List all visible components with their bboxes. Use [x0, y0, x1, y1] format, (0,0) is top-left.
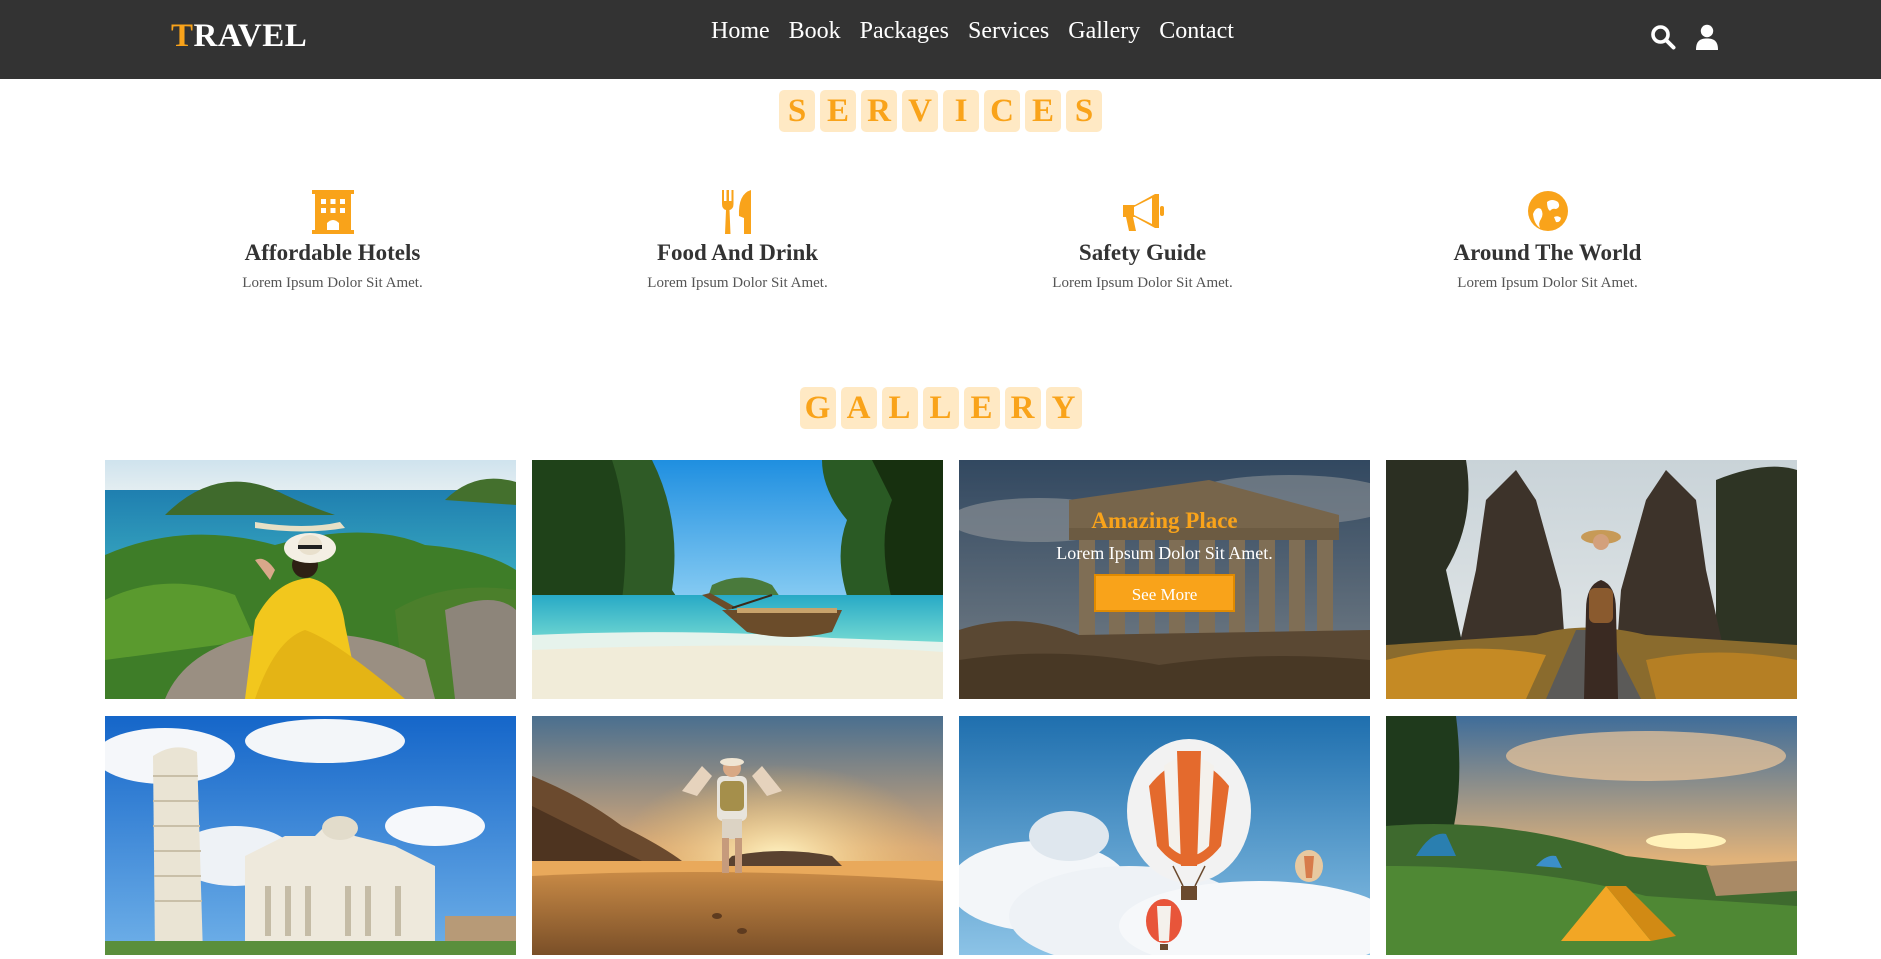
leaning-tower-pisa-photo: [105, 716, 516, 955]
main-menu: Home Book Packages Services Gallery Cont…: [711, 18, 1234, 45]
overlay-title: Amazing Place: [1091, 508, 1238, 533]
gallery-heading: G A L L E R Y: [0, 387, 1881, 429]
globe-icon: [1527, 191, 1568, 231]
nav-packages-link[interactable]: Packages: [860, 18, 949, 45]
service-around-the-world: Around The World Lorem Ipsum Dolor Sit A…: [1345, 190, 1750, 292]
service-title: Affordable Hotels: [244, 240, 421, 265]
logo-initial: T: [171, 18, 194, 54]
temple-gate-traveler-photo: [1386, 460, 1797, 699]
service-affordable-hotels: Affordable Hotels Lorem Ipsum Dolor Sit …: [130, 190, 535, 292]
nav-home-link[interactable]: Home: [711, 18, 770, 45]
gallery-item[interactable]: [105, 460, 516, 699]
gallery-grid: Amazing Place Lorem Ipsum Dolor Sit Amet…: [105, 460, 1798, 955]
utensils-icon: [721, 190, 751, 234]
nav-gallery-link[interactable]: Gallery: [1068, 18, 1140, 45]
gallery-item[interactable]: [532, 460, 943, 699]
gallery-hover-overlay: Amazing Place Lorem Ipsum Dolor Sit Amet…: [959, 460, 1370, 699]
service-description: Lorem Ipsum Dolor Sit Amet.: [1052, 275, 1233, 291]
heading-letter: R: [1004, 387, 1041, 429]
search-icon[interactable]: [1650, 24, 1676, 50]
service-safety-guide: Safety Guide Lorem Ipsum Dolor Sit Amet.: [940, 190, 1345, 292]
heading-letter: E: [1025, 90, 1061, 132]
heading-letter: A: [840, 387, 877, 429]
gallery-item[interactable]: [105, 716, 516, 955]
services-heading: S E R V I C E S: [0, 90, 1881, 132]
service-description: Lorem Ipsum Dolor Sit Amet.: [242, 275, 423, 291]
nav-icons: [1650, 24, 1720, 50]
service-food-and-drink: Food And Drink Lorem Ipsum Dolor Sit Ame…: [535, 190, 940, 292]
heading-letter: C: [984, 90, 1020, 132]
heading-letter: S: [1066, 90, 1102, 132]
service-title: Around The World: [1453, 240, 1642, 265]
logo-text: RAVEL: [193, 18, 308, 54]
beach-sunset-hiker-photo: [532, 716, 943, 955]
longtail-boat-beach-photo: [532, 460, 943, 699]
service-description: Lorem Ipsum Dolor Sit Amet.: [647, 275, 828, 291]
gallery-item[interactable]: [959, 716, 1370, 955]
heading-letter: L: [922, 387, 959, 429]
heading-letter: S: [779, 90, 815, 132]
heading-letter: G: [799, 387, 836, 429]
overlay-description: Lorem Ipsum Dolor Sit Amet.: [1056, 543, 1273, 563]
heading-letter: Y: [1045, 387, 1082, 429]
gallery-item[interactable]: [532, 716, 943, 955]
nav-book-link[interactable]: Book: [789, 18, 841, 45]
services-list: Affordable Hotels Lorem Ipsum Dolor Sit …: [130, 190, 1750, 292]
heading-letter: L: [881, 387, 918, 429]
user-icon[interactable]: [1694, 24, 1720, 50]
camping-tents-sunset-photo: [1386, 716, 1797, 955]
heading-letter: E: [963, 387, 1000, 429]
heading-letter: R: [861, 90, 897, 132]
nav-services-link[interactable]: Services: [968, 18, 1049, 45]
gallery-item[interactable]: [1386, 460, 1797, 699]
heading-letter: V: [902, 90, 938, 132]
nav-contact-link[interactable]: Contact: [1159, 18, 1234, 45]
service-description: Lorem Ipsum Dolor Sit Amet.: [1457, 275, 1638, 291]
gallery-item[interactable]: [1386, 716, 1797, 955]
gallery-item-featured[interactable]: Amazing Place Lorem Ipsum Dolor Sit Amet…: [959, 460, 1370, 699]
bullhorn-icon: [1122, 194, 1164, 231]
header-navbar: TRAVEL Home Book Packages Services Galle…: [0, 0, 1881, 79]
see-more-button[interactable]: See More: [1094, 574, 1235, 612]
heading-letter: E: [820, 90, 856, 132]
woman-in-yellow-dress-coast-photo: [105, 460, 516, 699]
hotel-icon: [311, 190, 354, 234]
logo[interactable]: TRAVEL: [171, 18, 307, 55]
service-title: Safety Guide: [1078, 240, 1207, 265]
heading-letter: I: [943, 90, 979, 132]
service-title: Food And Drink: [656, 240, 819, 265]
hot-air-balloons-photo: [959, 716, 1370, 955]
